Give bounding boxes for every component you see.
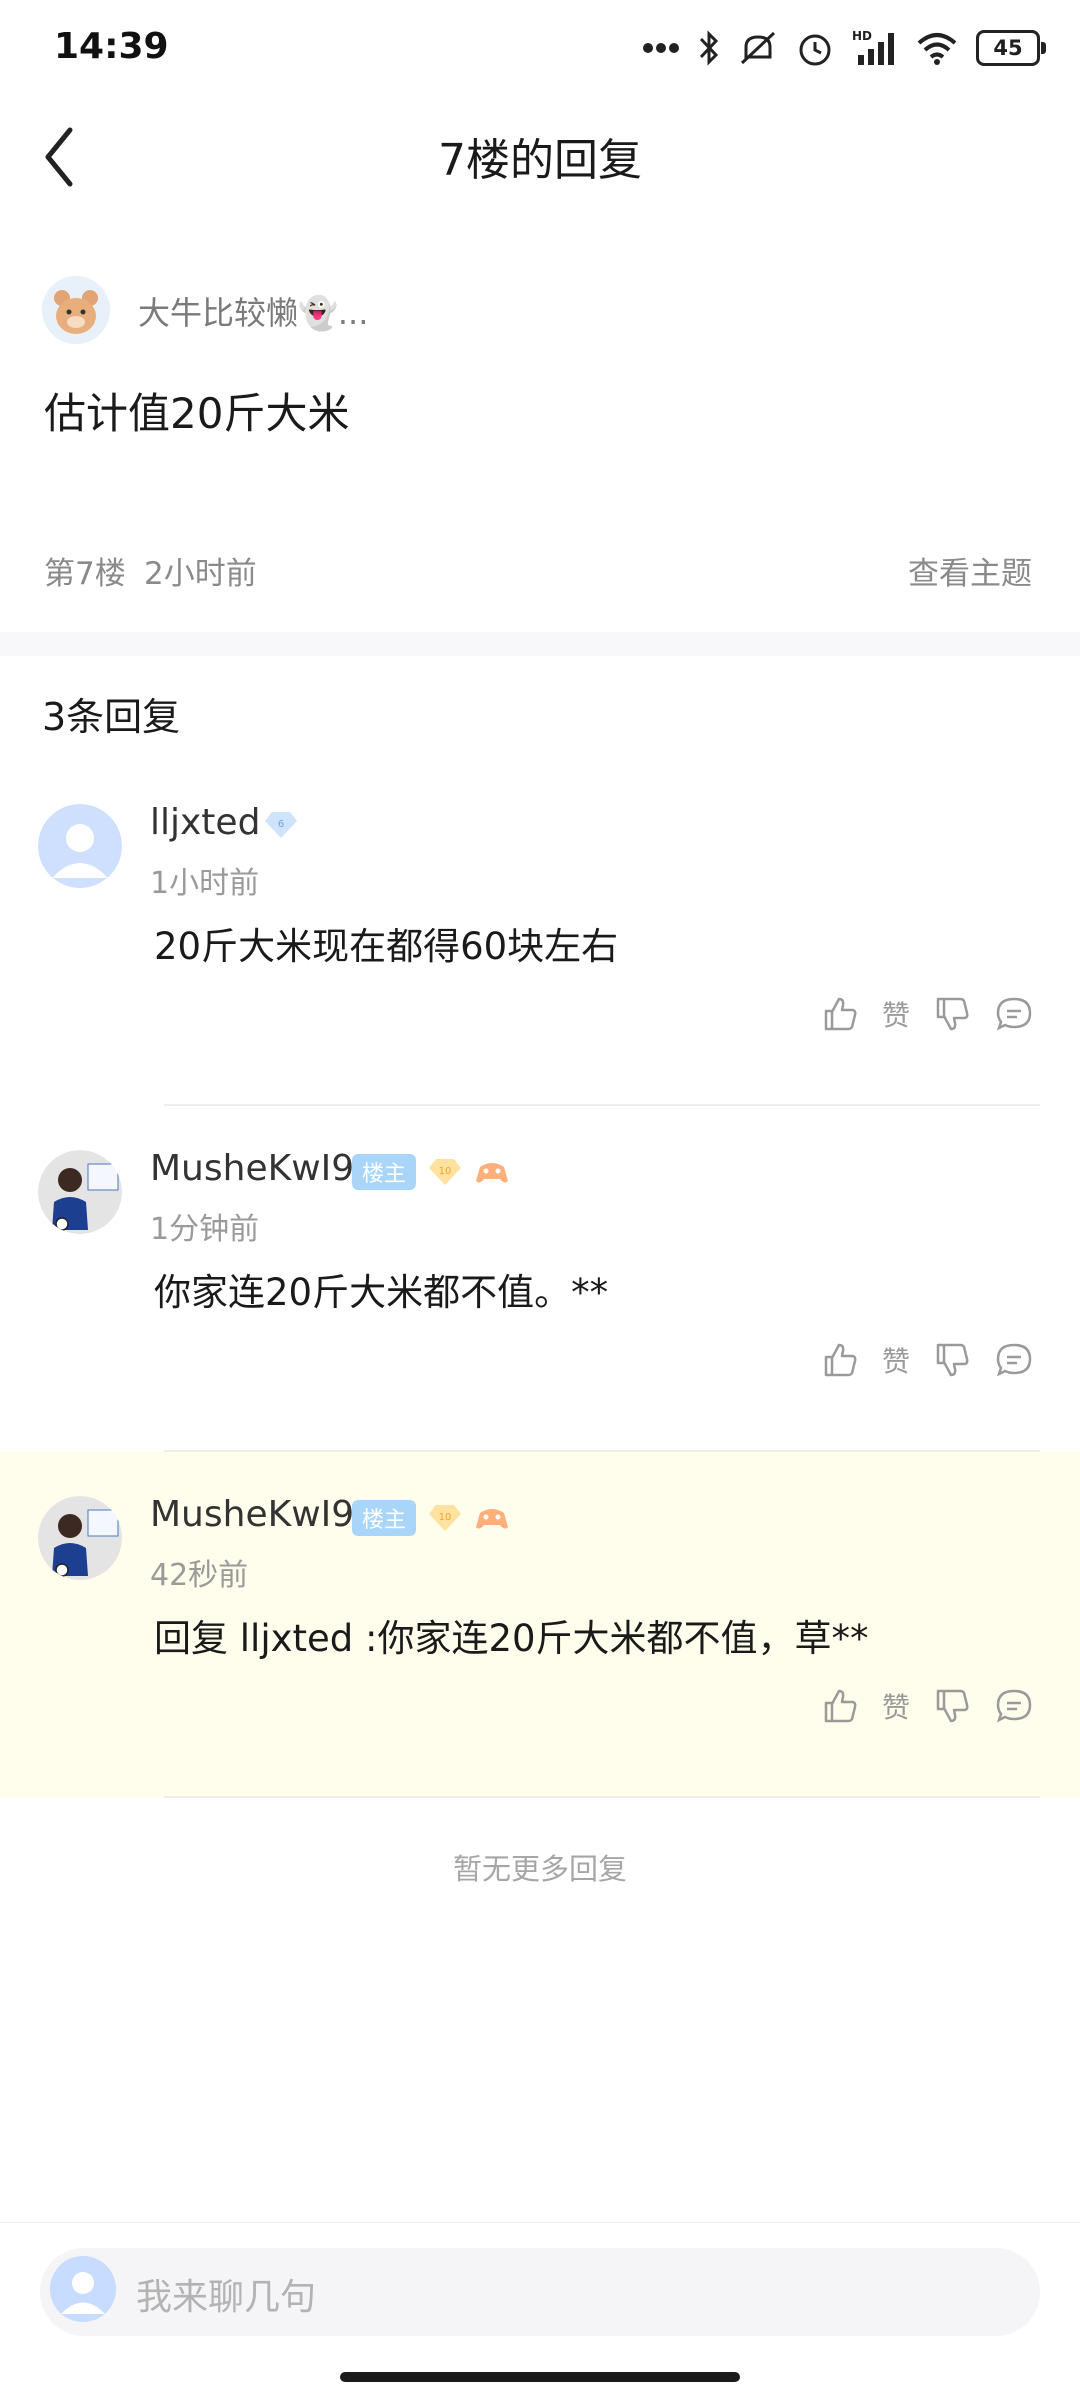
hd-signal-icon: HD (852, 29, 894, 65)
comment-placeholder[interactable]: 我来聊几句 (136, 2268, 316, 2320)
wifi-icon (917, 33, 957, 65)
reply-divider (164, 1796, 1040, 1798)
reply-username[interactable]: MusheKwI9 (150, 1494, 354, 1535)
op-avatar[interactable] (42, 276, 110, 344)
reply-avatar[interactable] (38, 1496, 122, 1580)
reply-item: MusheKwI9 楼主 10 1分钟前 你家连20斤大米都不值。** 赞 (0, 1126, 1080, 1452)
gamepad-icon (476, 1509, 509, 1529)
owner-badge: 楼主 (352, 1154, 417, 1190)
default-user-avatar-icon (38, 804, 122, 888)
svg-text:10: 10 (439, 1512, 452, 1523)
like-label[interactable]: 赞 (882, 1340, 910, 1380)
section-divider (0, 632, 1080, 656)
reply-badges: 楼主 10 (352, 1500, 510, 1536)
reply-divider (164, 1104, 1040, 1106)
owner-badge: 楼主 (352, 1500, 417, 1536)
reply-item: lljxted 6 1小时前 20斤大米现在都得60块左右 赞 (0, 780, 1080, 1106)
reply-time: 42秒前 (150, 1558, 249, 1593)
page-title: 7楼的回复 (438, 135, 642, 186)
like-label[interactable]: 赞 (882, 994, 910, 1034)
alarm-icon (799, 34, 831, 66)
reply-username[interactable]: lljxted (150, 802, 260, 843)
default-user-avatar-icon (50, 2256, 116, 2322)
player-avatar-icon (38, 1496, 122, 1580)
level-badge-icon: 10 (429, 1159, 462, 1185)
status-icons: HD 45 (642, 26, 1046, 70)
reply-badges: 楼主 10 (352, 1154, 510, 1190)
reply-text: 20斤大米现在都得60块左右 (154, 925, 619, 968)
thumbs-down-icon[interactable] (932, 1340, 972, 1380)
status-bar: 14:39 HD 45 (0, 0, 1080, 96)
reply-badges: 6 (264, 810, 298, 840)
thumbs-up-icon[interactable] (820, 1340, 860, 1380)
post-content: 估计值20斤大米 (44, 389, 350, 438)
comment-icon[interactable] (994, 994, 1034, 1034)
svg-text:10: 10 (439, 1166, 452, 1177)
bluetooth-icon (699, 30, 719, 66)
thumbs-down-icon[interactable] (932, 994, 972, 1034)
more-dots-icon (643, 43, 679, 53)
reply-count: 3条回复 (42, 695, 181, 739)
composer-avatar (50, 2256, 116, 2322)
thumbs-down-icon[interactable] (932, 1686, 972, 1726)
reply-text: 回复 lljxted :你家连20斤大米都不值，草** (154, 1617, 869, 1660)
bear-avatar-icon (42, 276, 110, 344)
svg-text:HD: HD (852, 29, 872, 43)
reply-time: 1分钟前 (150, 1212, 260, 1247)
home-indicator (340, 2372, 740, 2382)
post-floor: 第7楼 (44, 556, 126, 592)
reply-actions: 赞 (820, 1686, 1034, 1726)
comment-icon[interactable] (994, 1686, 1034, 1726)
reply-actions: 赞 (820, 994, 1034, 1034)
svg-text:6: 6 (278, 819, 284, 830)
thumbs-up-icon[interactable] (820, 994, 860, 1034)
gamepad-icon (476, 1163, 509, 1183)
reply-item-highlighted: MusheKwI9 楼主 10 42秒前 回复 lljxted :你家连20斤大… (0, 1452, 1080, 1798)
status-time: 14:39 (54, 26, 169, 67)
op-username[interactable]: 大牛比较懒👻... (138, 288, 368, 334)
player-avatar-icon (38, 1150, 122, 1234)
reply-username[interactable]: MusheKwI9 (150, 1148, 354, 1189)
reply-time: 1小时前 (150, 866, 260, 901)
reply-avatar[interactable] (38, 1150, 122, 1234)
level-badge-icon: 10 (429, 1505, 462, 1531)
reply-text: 你家连20斤大米都不值。** (154, 1271, 609, 1314)
no-more-replies: 暂无更多回复 (452, 1852, 627, 1886)
view-topic-link[interactable]: 查看主题 (908, 548, 1032, 593)
reply-actions: 赞 (820, 1340, 1034, 1380)
post-time: 2小时前 (144, 556, 257, 592)
thumbs-up-icon[interactable] (820, 1686, 860, 1726)
mute-icon (740, 31, 776, 65)
comment-icon[interactable] (994, 1340, 1034, 1380)
like-label[interactable]: 赞 (882, 1686, 910, 1726)
reply-avatar[interactable] (38, 804, 122, 888)
battery-icon: 45 (976, 30, 1046, 66)
level-badge-icon: 6 (265, 812, 297, 838)
